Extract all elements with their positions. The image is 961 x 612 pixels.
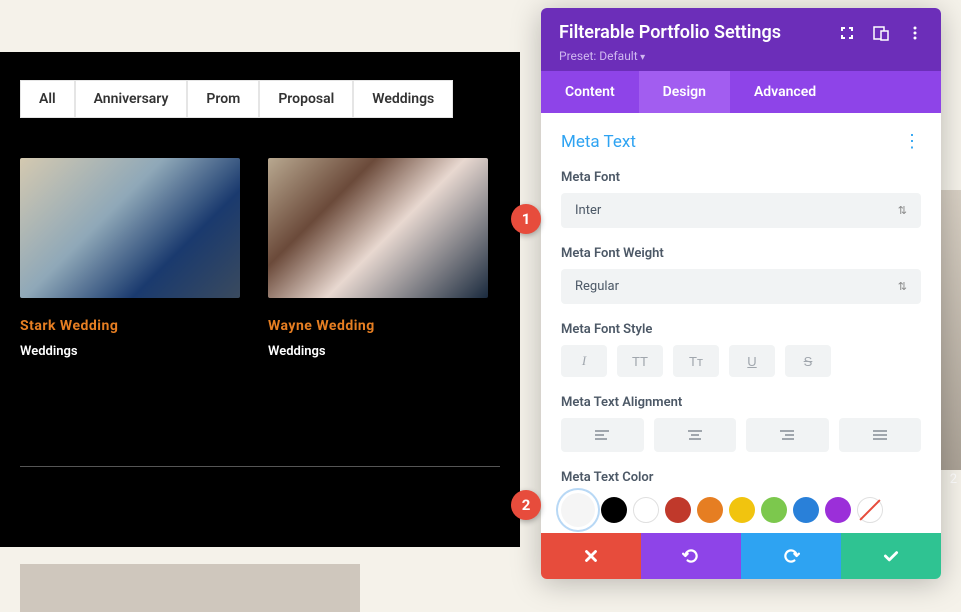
background-image-fragment bbox=[941, 190, 961, 470]
preset-selector[interactable]: Preset: Default bbox=[559, 49, 923, 63]
tab-advanced[interactable]: Advanced bbox=[730, 71, 840, 113]
panel-header: Filterable Portfolio Settings Preset: De… bbox=[541, 8, 941, 71]
filter-tab-anniversary[interactable]: Anniversary bbox=[75, 80, 188, 118]
portfolio-preview-area: All Anniversary Prom Proposal Weddings S… bbox=[0, 52, 520, 547]
portfolio-title[interactable]: Wayne Wedding bbox=[268, 318, 488, 334]
align-center-button[interactable] bbox=[654, 418, 737, 452]
annotation-callout-1: 1 bbox=[511, 204, 541, 234]
settings-panel: Filterable Portfolio Settings Preset: De… bbox=[541, 8, 941, 579]
portfolio-image[interactable] bbox=[268, 158, 488, 298]
weight-select[interactable]: Regular bbox=[561, 269, 921, 304]
portfolio-grid: Stark Wedding Weddings Wayne Wedding Wed… bbox=[0, 118, 520, 359]
filter-tab-prom[interactable]: Prom bbox=[187, 80, 259, 118]
panel-title: Filterable Portfolio Settings bbox=[559, 22, 781, 43]
portfolio-item[interactable]: Stark Wedding Weddings bbox=[20, 158, 240, 359]
color-swatch-orange[interactable] bbox=[697, 497, 723, 523]
color-swatch-white[interactable] bbox=[633, 497, 659, 523]
menu-dots-icon[interactable] bbox=[907, 25, 923, 41]
portfolio-image[interactable] bbox=[20, 158, 240, 298]
portfolio-filter-tabs: All Anniversary Prom Proposal Weddings bbox=[20, 80, 520, 118]
style-strike-button[interactable]: S bbox=[785, 345, 831, 377]
tab-content[interactable]: Content bbox=[541, 71, 639, 113]
color-swatch-purple[interactable] bbox=[825, 497, 851, 523]
section-menu-icon[interactable]: ⋮ bbox=[903, 131, 921, 152]
align-label: Meta Text Alignment bbox=[561, 395, 921, 410]
color-swatch-current[interactable] bbox=[561, 493, 595, 527]
portfolio-category[interactable]: Weddings bbox=[268, 344, 488, 359]
font-label: Meta Font bbox=[561, 170, 921, 185]
panel-body: Meta Text ⋮ Meta Font Inter Meta Font We… bbox=[541, 113, 941, 533]
filter-tab-all[interactable]: All bbox=[20, 80, 75, 118]
align-justify-button[interactable] bbox=[839, 418, 922, 452]
portfolio-title[interactable]: Stark Wedding bbox=[20, 318, 240, 334]
weight-label: Meta Font Weight bbox=[561, 246, 921, 261]
color-swatch-none[interactable] bbox=[857, 497, 883, 523]
color-label: Meta Text Color bbox=[561, 470, 921, 485]
color-swatch-yellow[interactable] bbox=[729, 497, 755, 523]
placeholder-block bbox=[20, 564, 360, 612]
portfolio-item[interactable]: Wayne Wedding Weddings bbox=[268, 158, 488, 359]
font-select[interactable]: Inter bbox=[561, 193, 921, 228]
expand-icon[interactable] bbox=[839, 25, 855, 41]
panel-tabs: Content Design Advanced bbox=[541, 71, 941, 113]
annotation-callout-2: 2 bbox=[511, 490, 541, 520]
color-swatch-black[interactable] bbox=[601, 497, 627, 523]
style-italic-button[interactable]: I bbox=[561, 345, 607, 377]
background-number: 2 bbox=[950, 472, 957, 487]
section-title[interactable]: Meta Text bbox=[561, 132, 636, 152]
cancel-button[interactable] bbox=[541, 533, 641, 579]
color-swatch-blue[interactable] bbox=[793, 497, 819, 523]
style-uppercase-button[interactable]: TT bbox=[617, 345, 663, 377]
filter-tab-weddings[interactable]: Weddings bbox=[353, 80, 453, 118]
style-label: Meta Font Style bbox=[561, 322, 921, 337]
portfolio-category[interactable]: Weddings bbox=[20, 344, 240, 359]
align-left-button[interactable] bbox=[561, 418, 644, 452]
color-swatch-green[interactable] bbox=[761, 497, 787, 523]
save-button[interactable] bbox=[841, 533, 941, 579]
responsive-icon[interactable] bbox=[873, 25, 889, 41]
section-divider bbox=[20, 466, 500, 467]
style-smallcaps-button[interactable]: Tᴛ bbox=[673, 345, 719, 377]
redo-button[interactable] bbox=[741, 533, 841, 579]
style-underline-button[interactable]: U bbox=[729, 345, 775, 377]
align-right-button[interactable] bbox=[746, 418, 829, 452]
tab-design[interactable]: Design bbox=[639, 71, 730, 113]
panel-footer bbox=[541, 533, 941, 579]
color-swatch-red[interactable] bbox=[665, 497, 691, 523]
filter-tab-proposal[interactable]: Proposal bbox=[259, 80, 353, 118]
undo-button[interactable] bbox=[641, 533, 741, 579]
